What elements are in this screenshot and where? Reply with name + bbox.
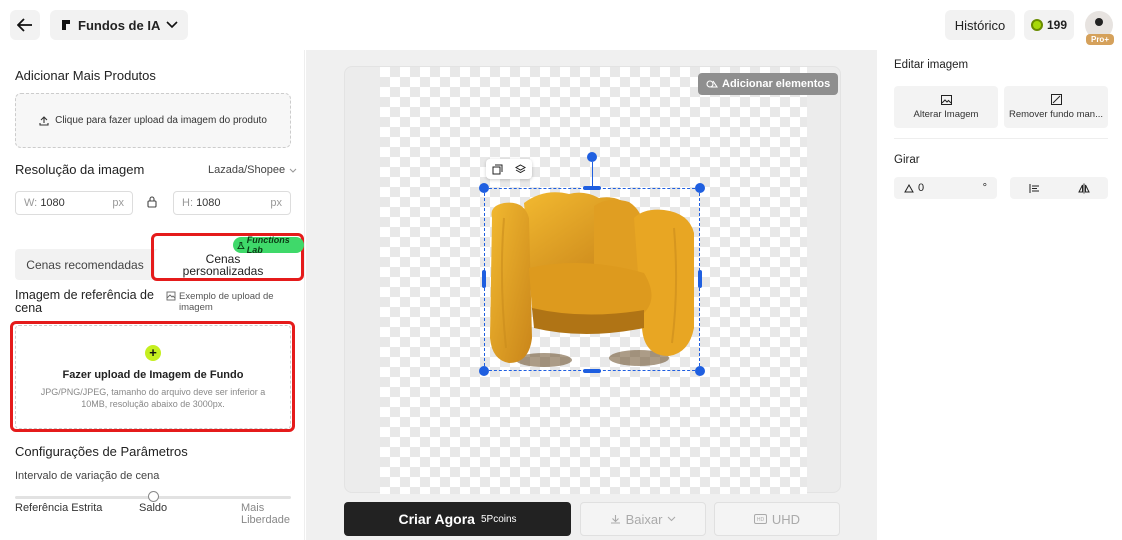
image-icon bbox=[940, 94, 952, 105]
remove-bg-label: Remover fundo man... bbox=[1009, 109, 1103, 120]
example-link[interactable]: Exemplo de upload de imagem bbox=[166, 291, 289, 313]
tab-custom-label: Cenas personalizadas bbox=[182, 251, 264, 278]
back-button[interactable] bbox=[10, 10, 40, 40]
image-icon bbox=[166, 291, 176, 301]
upload-icon bbox=[39, 115, 49, 126]
app-logo-icon bbox=[62, 20, 70, 30]
rotation-value: 0 bbox=[918, 182, 925, 194]
coin-count: 199 bbox=[1046, 18, 1068, 32]
width-input[interactable]: W: 1080 px bbox=[15, 191, 133, 215]
shapes-icon bbox=[706, 80, 718, 88]
resize-handle-bl[interactable] bbox=[479, 366, 489, 376]
add-products-title: Adicionar Mais Produtos bbox=[15, 68, 156, 83]
chevron-down-icon bbox=[166, 21, 178, 29]
degree-symbol: ° bbox=[982, 182, 987, 194]
uhd-label: UHD bbox=[771, 511, 801, 527]
change-image-button[interactable]: Alterar Imagem bbox=[894, 86, 998, 128]
flask-icon bbox=[237, 241, 245, 249]
app-switcher[interactable]: Fundos de IA bbox=[50, 10, 189, 40]
element-toolbar bbox=[486, 159, 532, 179]
arrow-left-icon bbox=[17, 18, 32, 32]
width-value: 1080 bbox=[40, 197, 65, 209]
right-panel: Editar imagem Alterar Imagem Remover fun… bbox=[878, 50, 1122, 540]
rotation-stem bbox=[592, 162, 593, 186]
plus-icon: + bbox=[145, 344, 161, 361]
tab-recommended-scenes[interactable]: Cenas recomendadas bbox=[15, 249, 155, 280]
top-bar: Fundos de IA Histórico 199 Pro+ bbox=[0, 0, 1122, 50]
uhd-button[interactable]: HD UHD bbox=[714, 502, 840, 536]
resize-handle-bottom[interactable] bbox=[583, 369, 601, 373]
resolution-title: Resolução da imagem bbox=[15, 162, 145, 177]
svg-text:HD: HD bbox=[757, 517, 765, 523]
change-image-label: Alterar Imagem bbox=[913, 108, 979, 120]
slider-thumb[interactable] bbox=[147, 491, 159, 502]
resize-handle-br[interactable] bbox=[695, 366, 705, 376]
layers-icon[interactable] bbox=[515, 163, 526, 175]
create-now-button[interactable]: Criar Agora 5Pcoins bbox=[344, 502, 571, 536]
remove-bg-button[interactable]: Remover fundo man... bbox=[1004, 86, 1108, 128]
width-label: W: bbox=[24, 197, 38, 209]
slider-mid-label: Saldo bbox=[139, 502, 168, 514]
hd-icon: HD bbox=[753, 514, 767, 524]
flip-icon[interactable] bbox=[1077, 183, 1090, 194]
divider bbox=[894, 138, 1108, 139]
functions-lab-badge: Functions Lab bbox=[233, 235, 304, 255]
slider-right-label: Mais Liberdade bbox=[241, 502, 290, 526]
example-link-label: Exemplo de upload de imagem bbox=[179, 291, 274, 313]
resize-handle-left[interactable] bbox=[482, 270, 486, 288]
rotation-input[interactable]: 0 ° bbox=[894, 177, 997, 199]
create-label: Criar Agora bbox=[398, 511, 475, 527]
add-elements-label: Adicionar elementos bbox=[722, 78, 831, 90]
erase-icon bbox=[1050, 94, 1062, 105]
edit-image-title: Editar imagem bbox=[894, 59, 969, 71]
width-unit: px bbox=[112, 197, 124, 209]
upload-bg-desc: JPG/PNG/JPEG, tamanho do arquivo deve se… bbox=[40, 386, 266, 409]
resize-handle-top[interactable] bbox=[583, 186, 601, 190]
history-button[interactable]: Histórico bbox=[945, 10, 1015, 40]
chevron-down-icon bbox=[668, 516, 676, 522]
add-elements-button[interactable]: Adicionar elementos bbox=[698, 73, 839, 95]
upload-product-label: Clique para fazer upload da imagem do pr… bbox=[55, 115, 267, 126]
upload-bg-title: Fazer upload de Imagem de Fundo bbox=[62, 368, 244, 381]
height-unit: px bbox=[270, 197, 282, 209]
upload-product-button[interactable]: Clique para fazer upload da imagem do pr… bbox=[15, 93, 291, 148]
platform-preset-select[interactable]: Lazada/Shopee bbox=[208, 164, 297, 176]
upload-background-dropzone[interactable]: + Fazer upload de Imagem de Fundo JPG/PN… bbox=[15, 325, 291, 429]
selection-box[interactable] bbox=[484, 188, 700, 371]
download-label: Baixar bbox=[625, 511, 663, 527]
range-label: Intervalo de variação de cena bbox=[15, 470, 160, 482]
slider-left-label: Referência Estrita bbox=[15, 502, 103, 514]
rotate-handle[interactable] bbox=[587, 152, 597, 162]
height-value: 1080 bbox=[196, 197, 221, 209]
reference-title: Imagem de referência de cena bbox=[15, 288, 154, 315]
copy-icon[interactable] bbox=[492, 164, 503, 175]
coin-icon bbox=[1030, 19, 1043, 31]
rotate-title: Girar bbox=[894, 154, 920, 166]
lock-icon[interactable] bbox=[147, 196, 157, 208]
align-icon[interactable] bbox=[1029, 183, 1041, 194]
chevron-down-icon bbox=[289, 168, 297, 173]
functions-lab-label: Functions Lab bbox=[246, 235, 290, 255]
params-title: Configurações de Parâmetros bbox=[15, 444, 188, 459]
download-icon bbox=[610, 514, 620, 524]
app-name: Fundos de IA bbox=[78, 17, 161, 33]
flip-controls bbox=[1010, 177, 1108, 199]
create-cost: 5Pcoins bbox=[480, 513, 517, 525]
coin-balance[interactable]: 199 bbox=[1024, 10, 1074, 40]
platform-preset-value: Lazada/Shopee bbox=[208, 164, 286, 176]
download-button[interactable]: Baixar bbox=[580, 502, 706, 536]
height-label: H: bbox=[182, 197, 193, 209]
resize-handle-right[interactable] bbox=[698, 270, 702, 288]
left-panel: Adicionar Mais Produtos Clique para faze… bbox=[0, 50, 305, 540]
angle-icon bbox=[904, 183, 914, 192]
pro-badge: Pro+ bbox=[1086, 34, 1114, 45]
height-input[interactable]: H: 1080 px bbox=[173, 191, 291, 215]
resize-handle-tr[interactable] bbox=[695, 183, 705, 193]
resize-handle-tl[interactable] bbox=[479, 183, 489, 193]
